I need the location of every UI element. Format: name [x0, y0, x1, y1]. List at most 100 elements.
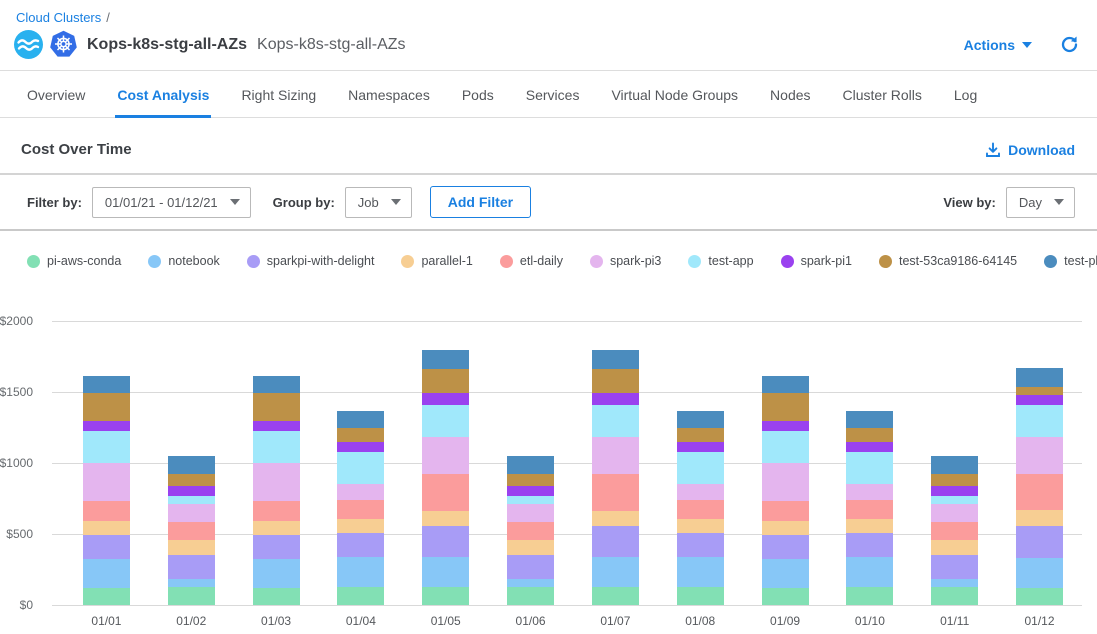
bar-segment-test-53ca9186-64145[interactable] [846, 428, 893, 442]
bar-segment-etl-daily[interactable] [762, 501, 809, 521]
bar-segment-test-pkix[interactable] [846, 411, 893, 429]
stacked-bar-01-12[interactable] [1016, 321, 1063, 605]
group-by-select[interactable]: Job [345, 187, 412, 218]
bar-segment-test-pkix[interactable] [253, 376, 300, 394]
stacked-bar-01-06[interactable] [507, 321, 554, 605]
bar-segment-test-pkix[interactable] [762, 376, 809, 394]
bar-segment-test-pkix[interactable] [507, 456, 554, 474]
bar-segment-etl-daily[interactable] [168, 522, 215, 540]
bar-segment-spark-pi1[interactable] [253, 421, 300, 431]
bar-segment-sparkpi-with-delight[interactable] [677, 533, 724, 557]
bar-segment-sparkpi-with-delight[interactable] [846, 533, 893, 557]
legend-item-etl-daily[interactable]: etl-daily [500, 254, 563, 268]
bar-segment-test-app[interactable] [507, 496, 554, 504]
bar-segment-test-53ca9186-64145[interactable] [168, 474, 215, 487]
bar-segment-sparkpi-with-delight[interactable] [83, 535, 130, 558]
bar-segment-pi-aws-conda[interactable] [592, 587, 639, 605]
actions-button[interactable]: Actions [964, 37, 1032, 53]
bar-segment-test-app[interactable] [846, 452, 893, 483]
legend-item-notebook[interactable]: notebook [148, 254, 219, 268]
bar-segment-etl-daily[interactable] [592, 474, 639, 512]
tab-services[interactable]: Services [524, 71, 582, 118]
bar-segment-test-53ca9186-64145[interactable] [507, 474, 554, 487]
tab-pods[interactable]: Pods [460, 71, 496, 118]
bar-segment-test-pkix[interactable] [168, 456, 215, 474]
bar-segment-spark-pi3[interactable] [422, 437, 469, 474]
bar-segment-test-53ca9186-64145[interactable] [592, 369, 639, 393]
date-range-select[interactable]: 01/01/21 - 01/12/21 [92, 187, 251, 218]
bar-segment-test-53ca9186-64145[interactable] [253, 393, 300, 421]
bar-segment-notebook[interactable] [507, 579, 554, 586]
stacked-bar-01-02[interactable] [168, 321, 215, 605]
bar-segment-etl-daily[interactable] [1016, 474, 1063, 510]
bar-segment-test-app[interactable] [931, 496, 978, 504]
bar-segment-sparkpi-with-delight[interactable] [422, 526, 469, 558]
legend-item-test-53ca9186-64145[interactable]: test-53ca9186-64145 [879, 254, 1017, 268]
bar-segment-sparkpi-with-delight[interactable] [1016, 526, 1063, 558]
bar-segment-spark-pi1[interactable] [762, 421, 809, 431]
legend-item-pi-aws-conda[interactable]: pi-aws-conda [27, 254, 121, 268]
bar-segment-sparkpi-with-delight[interactable] [253, 535, 300, 558]
bar-segment-sparkpi-with-delight[interactable] [168, 555, 215, 580]
bar-segment-test-app[interactable] [83, 431, 130, 463]
tab-cost-analysis[interactable]: Cost Analysis [115, 71, 211, 118]
bar-segment-parallel-1[interactable] [762, 521, 809, 536]
bar-segment-parallel-1[interactable] [931, 540, 978, 554]
bar-segment-test-pkix[interactable] [83, 376, 130, 394]
bar-segment-spark-pi1[interactable] [422, 393, 469, 405]
tab-virtual-node-groups[interactable]: Virtual Node Groups [609, 71, 740, 118]
legend-item-test-app[interactable]: test-app [688, 254, 753, 268]
bar-segment-notebook[interactable] [677, 557, 724, 586]
bar-segment-notebook[interactable] [931, 579, 978, 586]
bar-segment-spark-pi3[interactable] [83, 463, 130, 501]
bar-segment-test-53ca9186-64145[interactable] [931, 474, 978, 487]
stacked-bar-01-10[interactable] [846, 321, 893, 605]
bar-segment-test-53ca9186-64145[interactable] [337, 428, 384, 442]
bar-segment-test-pkix[interactable] [1016, 368, 1063, 387]
bar-segment-pi-aws-conda[interactable] [931, 587, 978, 605]
bar-segment-etl-daily[interactable] [846, 500, 893, 519]
bar-segment-test-pkix[interactable] [677, 411, 724, 429]
bar-segment-test-53ca9186-64145[interactable] [677, 428, 724, 442]
bar-segment-sparkpi-with-delight[interactable] [592, 526, 639, 558]
bar-segment-spark-pi3[interactable] [1016, 437, 1063, 474]
bar-segment-pi-aws-conda[interactable] [846, 587, 893, 605]
bar-segment-test-app[interactable] [422, 405, 469, 437]
legend-item-parallel-1[interactable]: parallel-1 [401, 254, 472, 268]
bar-segment-pi-aws-conda[interactable] [1016, 588, 1063, 605]
bar-segment-notebook[interactable] [762, 559, 809, 588]
legend-item-spark-pi1[interactable]: spark-pi1 [781, 254, 852, 268]
bar-segment-test-pkix[interactable] [931, 456, 978, 474]
stacked-bar-01-03[interactable] [253, 321, 300, 605]
bar-segment-notebook[interactable] [422, 557, 469, 586]
refresh-button[interactable] [1060, 35, 1079, 54]
stacked-bar-01-01[interactable] [83, 321, 130, 605]
stacked-bar-01-08[interactable] [677, 321, 724, 605]
tab-nodes[interactable]: Nodes [768, 71, 812, 118]
bar-segment-parallel-1[interactable] [592, 511, 639, 525]
bar-segment-spark-pi1[interactable] [677, 442, 724, 452]
bar-segment-spark-pi1[interactable] [83, 421, 130, 431]
bar-segment-pi-aws-conda[interactable] [507, 587, 554, 605]
bar-segment-parallel-1[interactable] [507, 540, 554, 554]
add-filter-button[interactable]: Add Filter [430, 186, 531, 218]
breadcrumb-link-cloud-clusters[interactable]: Cloud Clusters [16, 10, 101, 25]
bar-segment-etl-daily[interactable] [83, 501, 130, 521]
tab-right-sizing[interactable]: Right Sizing [239, 71, 318, 118]
bar-segment-spark-pi1[interactable] [846, 442, 893, 452]
bar-segment-pi-aws-conda[interactable] [337, 587, 384, 605]
bar-segment-sparkpi-with-delight[interactable] [337, 533, 384, 557]
bar-segment-test-53ca9186-64145[interactable] [422, 369, 469, 393]
bar-segment-etl-daily[interactable] [253, 501, 300, 521]
bar-segment-notebook[interactable] [337, 557, 384, 586]
bar-segment-etl-daily[interactable] [677, 500, 724, 519]
bar-segment-pi-aws-conda[interactable] [168, 587, 215, 605]
bar-segment-pi-aws-conda[interactable] [762, 588, 809, 605]
tab-namespaces[interactable]: Namespaces [346, 71, 432, 118]
bar-segment-spark-pi3[interactable] [931, 504, 978, 522]
bar-segment-notebook[interactable] [168, 579, 215, 586]
bar-segment-notebook[interactable] [83, 559, 130, 588]
bar-segment-etl-daily[interactable] [507, 522, 554, 540]
bar-segment-spark-pi1[interactable] [507, 486, 554, 496]
tab-cluster-rolls[interactable]: Cluster Rolls [841, 71, 924, 118]
